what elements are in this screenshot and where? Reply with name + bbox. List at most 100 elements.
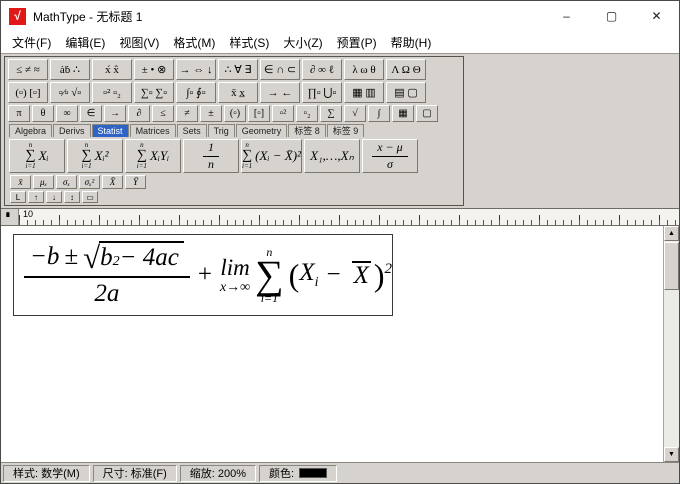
menu-item[interactable]: 编辑(E) bbox=[58, 32, 112, 53]
statistics-symbol-button[interactable]: μₓ bbox=[33, 175, 54, 189]
sum-glyph: n ∑ i=1 bbox=[137, 142, 147, 170]
small-symbol-button[interactable]: π bbox=[8, 105, 30, 122]
statistics-symbol-button[interactable]: x̄ bbox=[10, 175, 31, 189]
small-symbol-button[interactable]: [▫] bbox=[248, 105, 270, 122]
tab-stop-button[interactable]: ↓ bbox=[46, 191, 62, 203]
small-symbol-button[interactable]: ▦ bbox=[392, 105, 414, 122]
template-sum-xiyi-button[interactable]: n ∑ i=1 XᵢYᵢ bbox=[125, 139, 181, 173]
menu-item[interactable]: 预置(P) bbox=[330, 32, 384, 53]
template-palette-button[interactable]: ∑▫ ∑▫ bbox=[134, 82, 174, 103]
template-palette-button[interactable]: ∏▫ ⋃▫ bbox=[302, 82, 342, 103]
radicand: b2 − 4ac bbox=[99, 241, 184, 273]
plus-operator: + bbox=[198, 261, 212, 289]
window-title: MathType - 无标题 1 bbox=[33, 8, 142, 25]
menu-item[interactable]: 视图(V) bbox=[112, 32, 166, 53]
status-color[interactable]: 颜色: bbox=[259, 465, 337, 482]
template-palette-button[interactable]: x̄ x̲ bbox=[218, 82, 258, 103]
statistics-symbol-row: x̄μₓσₓσₓ²X̄Ȳ bbox=[7, 174, 461, 190]
template-palette-button[interactable]: (▫) [▫] bbox=[8, 82, 48, 103]
menu-item[interactable]: 样式(S) bbox=[222, 32, 276, 53]
template-one-over-n-button[interactable]: 1 n bbox=[183, 139, 239, 173]
sum-glyph: n ∑ i=1 bbox=[25, 142, 35, 170]
symbol-palette-button[interactable]: ± • ⊗ bbox=[134, 59, 174, 80]
symbol-palette-button[interactable]: λ ω θ bbox=[344, 59, 384, 80]
symbol-palette-button[interactable]: ∴ ∀ ∃ bbox=[218, 59, 258, 80]
tab-stop-button[interactable]: L bbox=[10, 191, 26, 203]
symbol-palette-button[interactable]: ∂ ∞ ℓ bbox=[302, 59, 342, 80]
status-zoom[interactable]: 缩放: 200% bbox=[180, 465, 256, 482]
small-symbol-button[interactable]: θ bbox=[32, 105, 54, 122]
status-style[interactable]: 样式: 数学(M) bbox=[3, 465, 90, 482]
menu-item[interactable]: 帮助(H) bbox=[384, 32, 439, 53]
small-symbol-button[interactable]: ≤ bbox=[152, 105, 174, 122]
small-symbol-button[interactable]: ∞ bbox=[56, 105, 78, 122]
symbol-palette-button[interactable]: → ⇔ ↓ bbox=[176, 59, 216, 80]
deviation-term: ( Xi − X ) 2 bbox=[289, 257, 392, 294]
menu-item[interactable]: 大小(Z) bbox=[276, 32, 329, 53]
category-tab[interactable]: 标签 8 bbox=[288, 124, 326, 137]
small-symbol-button[interactable]: → bbox=[104, 105, 126, 122]
equation-selection-box[interactable]: −b ± √ b2 − 4ac 2a + lim bbox=[13, 234, 393, 316]
status-size[interactable]: 尺寸: 标准(F) bbox=[93, 465, 177, 482]
ruler[interactable]: 10 bbox=[19, 209, 679, 225]
small-symbol-button[interactable]: ▢ bbox=[416, 105, 438, 122]
scroll-down-button[interactable]: ▼ bbox=[664, 447, 679, 462]
template-sum-xi-button[interactable]: n ∑ i=1 Xᵢ bbox=[9, 139, 65, 173]
small-symbol-button[interactable]: ± bbox=[200, 105, 222, 122]
limit-text: lim bbox=[220, 256, 249, 279]
small-symbol-button[interactable]: (▫) bbox=[224, 105, 246, 122]
scrollbar-thumb[interactable] bbox=[664, 242, 679, 290]
scrollbar-track[interactable] bbox=[664, 290, 679, 447]
category-tab[interactable]: Trig bbox=[208, 124, 235, 137]
equation-canvas[interactable]: −b ± √ b2 − 4ac 2a + lim bbox=[1, 226, 663, 462]
symbol-palette-button[interactable]: ȧḃ ∴ bbox=[50, 59, 90, 80]
category-tab[interactable]: Geometry bbox=[236, 124, 288, 137]
template-x1-to-xn-button[interactable]: X₁,…,Xₙ bbox=[304, 139, 360, 173]
tab-stop-button[interactable]: ▭ bbox=[82, 191, 98, 203]
symbol-palette-button[interactable]: Λ Ω Θ bbox=[386, 59, 426, 80]
template-z-score-button[interactable]: x − μ σ bbox=[362, 139, 418, 173]
statistics-symbol-button[interactable]: X̄ bbox=[102, 175, 123, 189]
scroll-up-button[interactable]: ▲ bbox=[664, 226, 679, 241]
category-tab[interactable]: 标签 9 bbox=[327, 124, 365, 137]
tab-stop-button[interactable]: ↕ bbox=[64, 191, 80, 203]
template-palette-button[interactable]: ▦ ▥ bbox=[344, 82, 384, 103]
small-symbol-button[interactable]: ▫₂ bbox=[296, 105, 318, 122]
template-palette-button[interactable]: ∫▫ ∮▫ bbox=[176, 82, 216, 103]
small-symbol-button[interactable]: ≠ bbox=[176, 105, 198, 122]
template-palette-button[interactable]: ▫² ▫₂ bbox=[92, 82, 132, 103]
template-palette-button[interactable]: ▫⁄▫ √▫ bbox=[50, 82, 90, 103]
small-symbol-button[interactable]: ∈ bbox=[80, 105, 102, 122]
small-symbol-button[interactable]: √ bbox=[344, 105, 366, 122]
menu-item[interactable]: 文件(F) bbox=[5, 32, 58, 53]
work-area: −b ± √ b2 − 4ac 2a + lim bbox=[1, 226, 679, 462]
statistics-symbol-button[interactable]: Ȳ bbox=[125, 175, 146, 189]
symbol-palette-button[interactable]: ≤ ≠ ≈ bbox=[8, 59, 48, 80]
small-symbol-button[interactable]: ∂ bbox=[128, 105, 150, 122]
category-tab[interactable]: Derivs bbox=[53, 124, 91, 137]
statistics-symbol-button[interactable]: σₓ² bbox=[79, 175, 100, 189]
small-symbol-button[interactable]: ∫ bbox=[368, 105, 390, 122]
vertical-scrollbar[interactable]: ▲ ▼ bbox=[663, 226, 679, 462]
ruler-corner-button[interactable]: ▘ bbox=[1, 209, 19, 225]
small-symbol-button[interactable]: ∑ bbox=[320, 105, 342, 122]
tab-stop-button[interactable]: ↑ bbox=[28, 191, 44, 203]
template-palette-button[interactable]: → ← bbox=[260, 82, 300, 103]
minimize-button[interactable]: – bbox=[544, 1, 589, 31]
close-button[interactable]: ✕ bbox=[634, 1, 679, 31]
symbol-palette-button[interactable]: x́ x̂ bbox=[92, 59, 132, 80]
statistics-symbol-button[interactable]: σₓ bbox=[56, 175, 77, 189]
category-tab[interactable]: Matrices bbox=[130, 124, 176, 137]
sigma-sign: ∑ bbox=[255, 258, 284, 292]
maximize-button[interactable]: ▢ bbox=[589, 1, 634, 31]
category-tab[interactable]: Statist bbox=[92, 124, 129, 137]
template-sum-deviation-squared-button[interactable]: n ∑ i=1 (Xᵢ − X̄)² bbox=[241, 139, 302, 173]
category-tab[interactable]: Algebra bbox=[9, 124, 52, 137]
close-paren: ) bbox=[374, 257, 385, 294]
symbol-palette-button[interactable]: ∈ ∩ ⊂ bbox=[260, 59, 300, 80]
template-sum-xi-squared-button[interactable]: n ∑ i=1 Xᵢ² bbox=[67, 139, 123, 173]
template-palette-button[interactable]: ▤ ▢ bbox=[386, 82, 426, 103]
menu-item[interactable]: 格式(M) bbox=[166, 32, 222, 53]
category-tab[interactable]: Sets bbox=[177, 124, 207, 137]
small-symbol-button[interactable]: ▫² bbox=[272, 105, 294, 122]
